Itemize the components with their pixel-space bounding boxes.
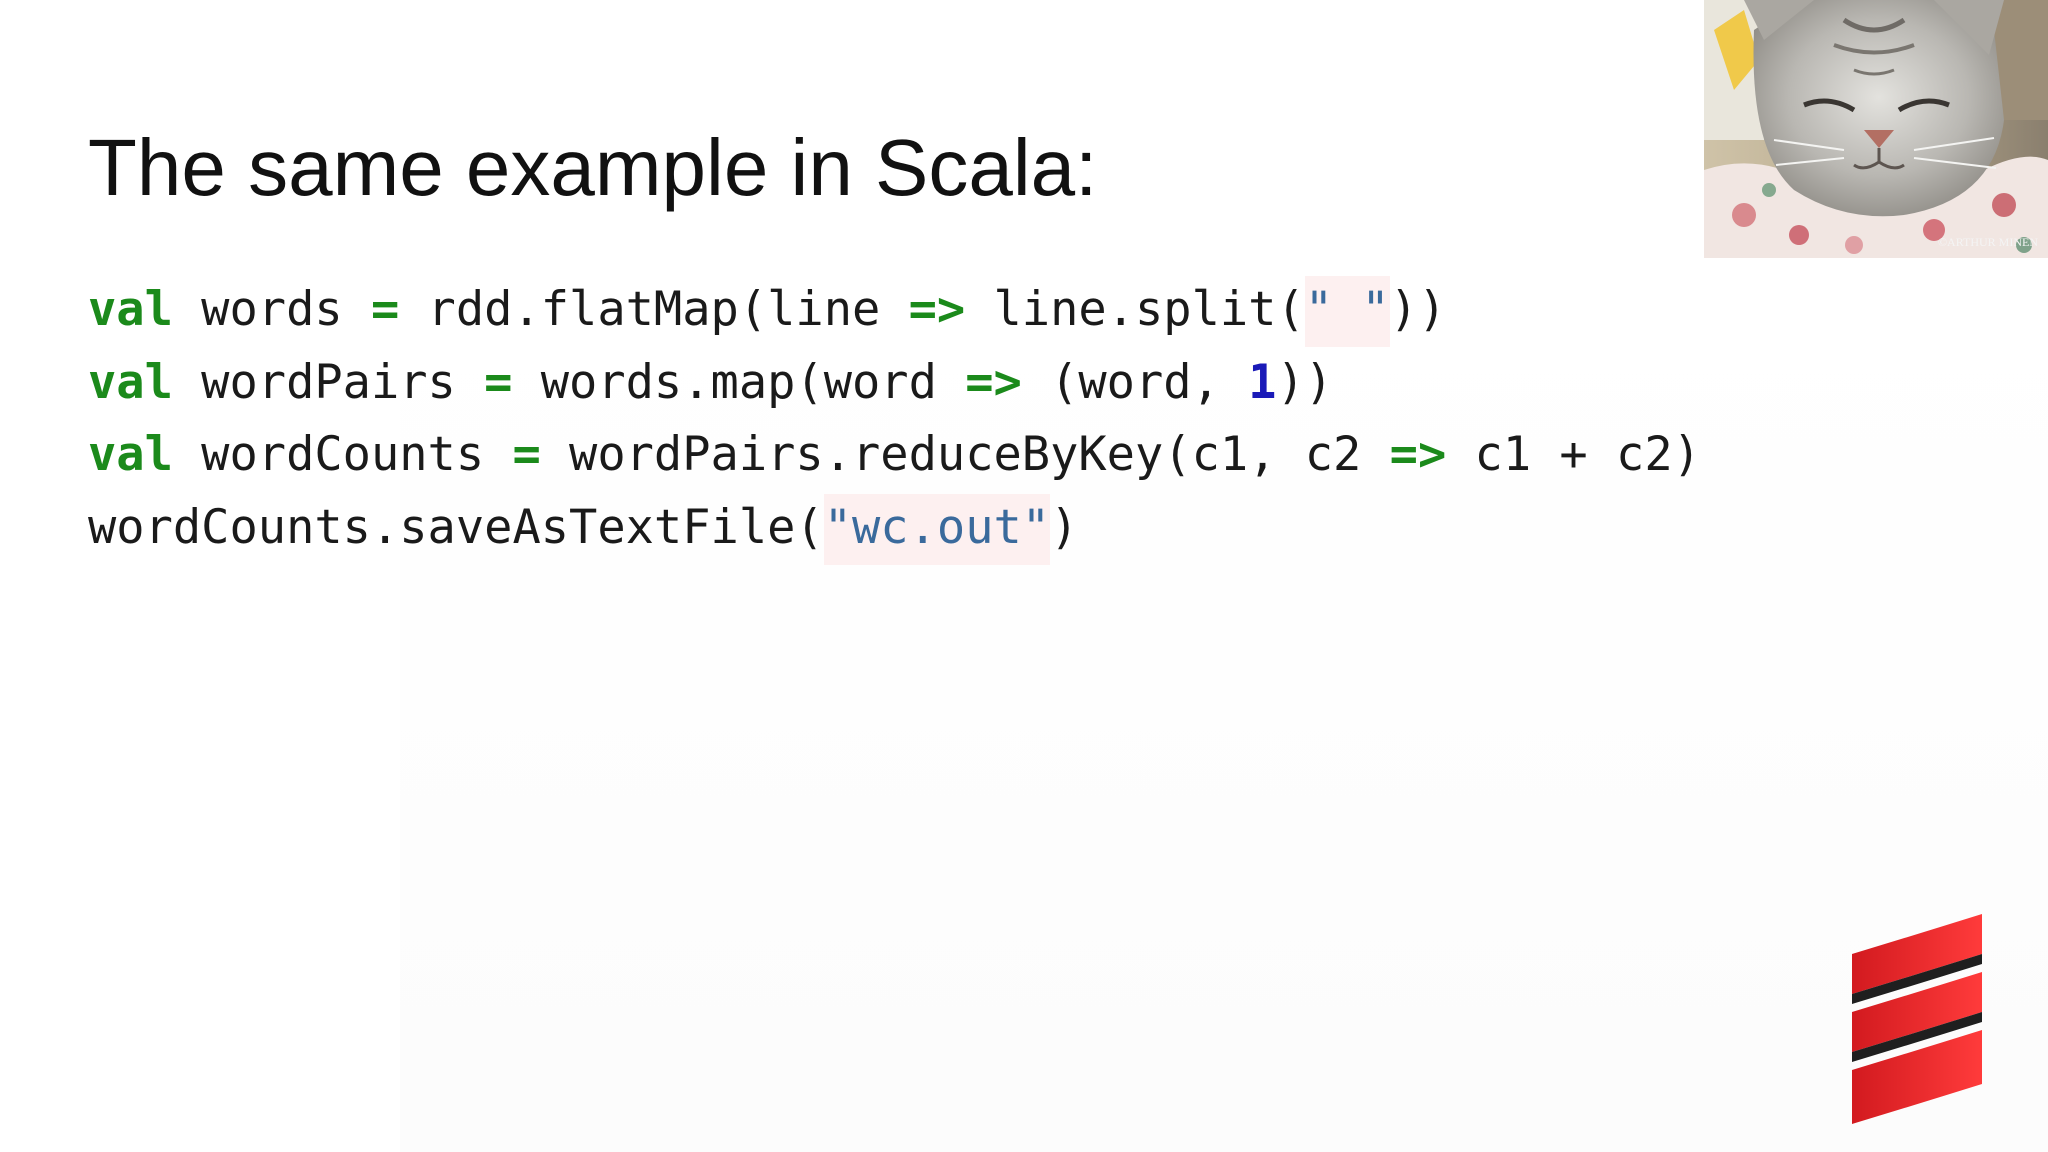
punctuation: )) bbox=[1276, 354, 1334, 410]
watermark: ©ARTHUR MINEN bbox=[1937, 235, 2038, 249]
number-literal: 1 bbox=[1248, 354, 1277, 410]
slide: The same example in Scala: val words = r… bbox=[0, 0, 2048, 1152]
string-literal: " " bbox=[1304, 276, 1390, 347]
keyword: val bbox=[88, 427, 173, 482]
punctuation: ) bbox=[1050, 499, 1079, 555]
keyword: val bbox=[88, 282, 173, 337]
expression: wordPairs.reduceByKey(c1, c2 bbox=[540, 427, 1390, 482]
operator: = bbox=[512, 427, 541, 482]
code-block: val words = rdd.flatMap(line => line.spl… bbox=[88, 274, 1701, 565]
slide-title: The same example in Scala: bbox=[88, 123, 1098, 212]
arrow-operator: => bbox=[1389, 427, 1447, 482]
expression: rdd.flatMap(line bbox=[399, 282, 909, 337]
webcam-video: ©ARTHUR MINEN bbox=[1704, 0, 2048, 258]
identifier: wordPairs bbox=[172, 354, 485, 410]
operator: = bbox=[370, 282, 400, 337]
cat-image bbox=[1704, 0, 2048, 258]
arrow-operator: => bbox=[965, 354, 1022, 410]
keyword: val bbox=[88, 354, 173, 410]
expression: words.map(word bbox=[512, 354, 966, 410]
code-line-1: val words = rdd.flatMap(line => line.spl… bbox=[88, 274, 1701, 347]
expression: wordCounts.saveAsTextFile( bbox=[88, 499, 824, 555]
scala-logo-icon bbox=[1852, 914, 1982, 1124]
code-line-3: val wordCounts = wordPairs.reduceByKey(c… bbox=[88, 419, 1701, 492]
code-line-4: wordCounts.saveAsTextFile("wc.out") bbox=[88, 492, 1701, 565]
expression: (word, bbox=[1021, 354, 1249, 410]
expression: c1 + c2) bbox=[1446, 427, 1701, 482]
code-line-2: val wordPairs = words.map(word => (word,… bbox=[88, 347, 1701, 420]
identifier: words bbox=[172, 282, 371, 337]
string-literal: "wc.out" bbox=[823, 493, 1051, 565]
operator: = bbox=[484, 354, 513, 410]
arrow-operator: => bbox=[908, 282, 966, 337]
punctuation: )) bbox=[1389, 282, 1447, 337]
expression: line.split( bbox=[965, 282, 1305, 337]
identifier: wordCounts bbox=[172, 427, 513, 482]
